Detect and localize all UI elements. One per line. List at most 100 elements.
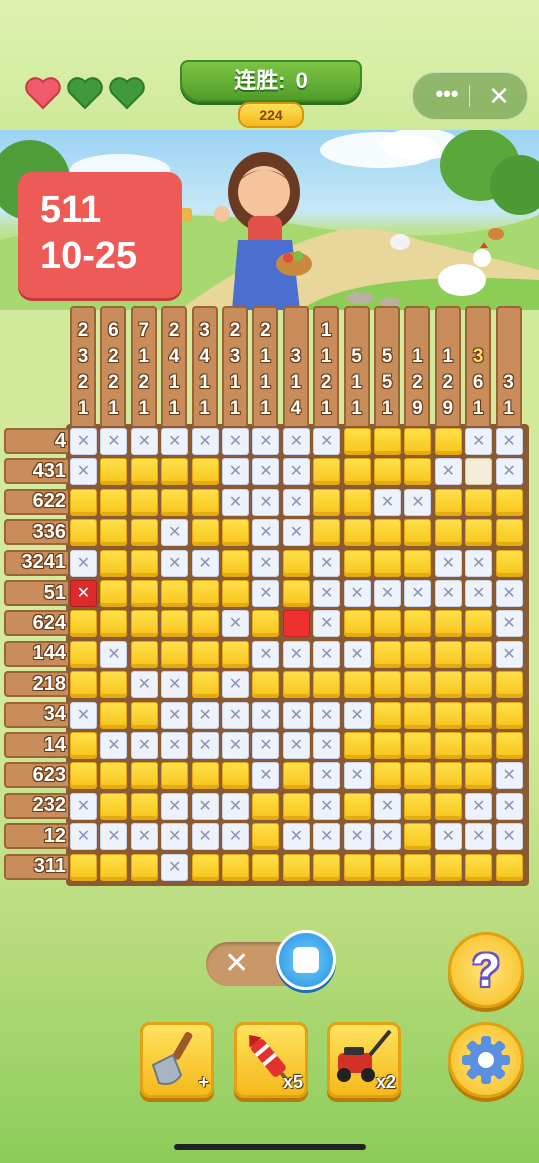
grid-cell-filled[interactable] xyxy=(161,640,189,668)
grid-cell-crossed[interactable]: ✕ xyxy=(70,549,97,577)
grid-cell-crossed[interactable]: ✕ xyxy=(343,823,371,851)
grid-cell-filled[interactable] xyxy=(495,519,523,547)
grid-cell-crossed[interactable]: ✕ xyxy=(252,732,280,759)
grid-cell-crossed[interactable]: ✕ xyxy=(70,823,97,851)
grid-cell-filled[interactable] xyxy=(374,610,401,638)
grid-cell-filled[interactable] xyxy=(222,640,249,668)
grid-cell-filled[interactable] xyxy=(70,762,97,790)
grid-cell-filled[interactable] xyxy=(100,671,128,699)
grid-cell-filled[interactable] xyxy=(343,671,371,699)
grid-cell-crossed[interactable]: ✕ xyxy=(161,428,189,455)
grid-cell-crossed[interactable]: ✕ xyxy=(434,458,462,486)
grid-cell-crossed[interactable]: ✕ xyxy=(313,610,341,638)
grid-cell-filled[interactable] xyxy=(191,762,219,790)
grid-cell-filled[interactable] xyxy=(70,732,97,759)
grid-cell-crossed[interactable]: ✕ xyxy=(313,823,341,851)
grid-cell-crossed[interactable]: ✕ xyxy=(282,519,310,547)
grid-cell-filled[interactable] xyxy=(100,458,128,486)
grid-cell-crossed[interactable]: ✕ xyxy=(222,732,249,759)
grid-cell-filled[interactable] xyxy=(161,458,189,486)
grid-cell-filled[interactable] xyxy=(374,519,401,547)
grid-cell-crossed[interactable]: ✕ xyxy=(465,580,493,607)
grid-cell-filled[interactable] xyxy=(374,458,401,486)
grid-cell-filled[interactable] xyxy=(70,853,97,881)
grid-cell-crossed[interactable]: ✕ xyxy=(404,488,432,516)
grid-cell-crossed[interactable]: ✕ xyxy=(100,823,128,851)
grid-cell-filled[interactable] xyxy=(130,580,158,607)
grid-cell-crossed[interactable]: ✕ xyxy=(282,823,310,851)
grid-cell-filled[interactable] xyxy=(130,458,158,486)
grid-cell-filled[interactable] xyxy=(374,762,401,790)
grid-cell-crossed[interactable]: ✕ xyxy=(465,549,493,577)
grid-cell-filled[interactable] xyxy=(282,853,310,881)
grid-cell-crossed[interactable]: ✕ xyxy=(70,792,97,820)
grid-cell-crossed[interactable]: ✕ xyxy=(313,792,341,820)
grid-cell-crossed[interactable]: ✕ xyxy=(313,732,341,759)
grid-cell-filled[interactable] xyxy=(495,732,523,759)
grid-cell-crossed[interactable]: ✕ xyxy=(465,792,493,820)
grid-cell-filled[interactable] xyxy=(282,549,310,577)
grid-cell-filled[interactable] xyxy=(404,823,432,851)
grid-cell-filled[interactable] xyxy=(130,853,158,881)
grid-cell-filled[interactable] xyxy=(465,762,493,790)
grid-cell-crossed[interactable]: ✕ xyxy=(252,428,280,455)
grid-cell-filled[interactable] xyxy=(100,519,128,547)
grid-cell-filled[interactable] xyxy=(130,519,158,547)
grid-cell-filled[interactable] xyxy=(404,701,432,729)
grid-cell-crossed[interactable]: ✕ xyxy=(191,428,219,455)
grid-cell-filled[interactable] xyxy=(161,488,189,516)
grid-cell-filled[interactable] xyxy=(404,640,432,668)
grid-cell-error[interactable]: ✕ xyxy=(70,580,97,607)
grid-cell-crossed[interactable]: ✕ xyxy=(222,428,249,455)
grid-cell-crossed[interactable]: ✕ xyxy=(495,458,523,486)
grid-cell-crossed[interactable]: ✕ xyxy=(252,640,280,668)
grid-cell-filled[interactable] xyxy=(130,610,158,638)
grid-cell-filled[interactable] xyxy=(252,823,280,851)
grid-cell-filled[interactable] xyxy=(130,488,158,516)
grid-cell-filled[interactable] xyxy=(130,701,158,729)
grid-cell-filled[interactable] xyxy=(191,580,219,607)
grid-cell-filled[interactable] xyxy=(161,610,189,638)
shovel-button[interactable]: + xyxy=(140,1022,214,1098)
grid-cell-crossed[interactable]: ✕ xyxy=(465,428,493,455)
grid-cell-crossed[interactable]: ✕ xyxy=(252,762,280,790)
grid-cell-filled[interactable] xyxy=(434,671,462,699)
grid-cell-crossed[interactable]: ✕ xyxy=(161,732,189,759)
grid-cell-filled[interactable] xyxy=(404,853,432,881)
grid-cell-empty[interactable] xyxy=(465,458,493,486)
grid-cell-filled[interactable] xyxy=(191,640,219,668)
grid-cell-crossed[interactable]: ✕ xyxy=(161,671,189,699)
grid-cell-filled[interactable] xyxy=(222,853,249,881)
grid-cell-crossed[interactable]: ✕ xyxy=(161,549,189,577)
square-icon[interactable] xyxy=(276,930,336,990)
grid-cell-crossed[interactable]: ✕ xyxy=(495,610,523,638)
grid-cell-filled[interactable] xyxy=(70,519,97,547)
grid-cell-crossed[interactable]: ✕ xyxy=(161,519,189,547)
grid-cell-filled[interactable] xyxy=(161,762,189,790)
grid-cell-crossed[interactable]: ✕ xyxy=(404,580,432,607)
grid-cell-crossed[interactable]: ✕ xyxy=(282,458,310,486)
grid-cell-filled[interactable] xyxy=(70,488,97,516)
grid-cell-crossed[interactable]: ✕ xyxy=(191,732,219,759)
grid-cell-crossed[interactable]: ✕ xyxy=(495,640,523,668)
grid-cell-crossed[interactable]: ✕ xyxy=(130,428,158,455)
grid-cell-filled[interactable] xyxy=(465,519,493,547)
grid-cell-filled[interactable] xyxy=(404,610,432,638)
grid-cell-crossed[interactable]: ✕ xyxy=(100,428,128,455)
grid-cell-filled[interactable] xyxy=(313,853,341,881)
grid-cell-crossed[interactable]: ✕ xyxy=(465,823,493,851)
grid-cell-crossed[interactable]: ✕ xyxy=(70,428,97,455)
grid-cell-crossed[interactable]: ✕ xyxy=(70,458,97,486)
grid-cell-filled[interactable] xyxy=(465,701,493,729)
mode-toggle[interactable]: ✕ xyxy=(206,930,336,990)
firework-button[interactable]: x5 xyxy=(234,1022,308,1098)
grid-cell-crossed[interactable]: ✕ xyxy=(495,762,523,790)
grid-cell-filled[interactable] xyxy=(100,792,128,820)
grid-cell-crossed[interactable]: ✕ xyxy=(222,458,249,486)
grid-cell-crossed[interactable]: ✕ xyxy=(191,823,219,851)
grid-cell-filled[interactable] xyxy=(343,853,371,881)
grid-cell-crossed[interactable]: ✕ xyxy=(343,701,371,729)
grid-cell-filled[interactable] xyxy=(191,458,219,486)
grid-cell-filled[interactable] xyxy=(374,640,401,668)
grid-cell-filled[interactable] xyxy=(313,519,341,547)
